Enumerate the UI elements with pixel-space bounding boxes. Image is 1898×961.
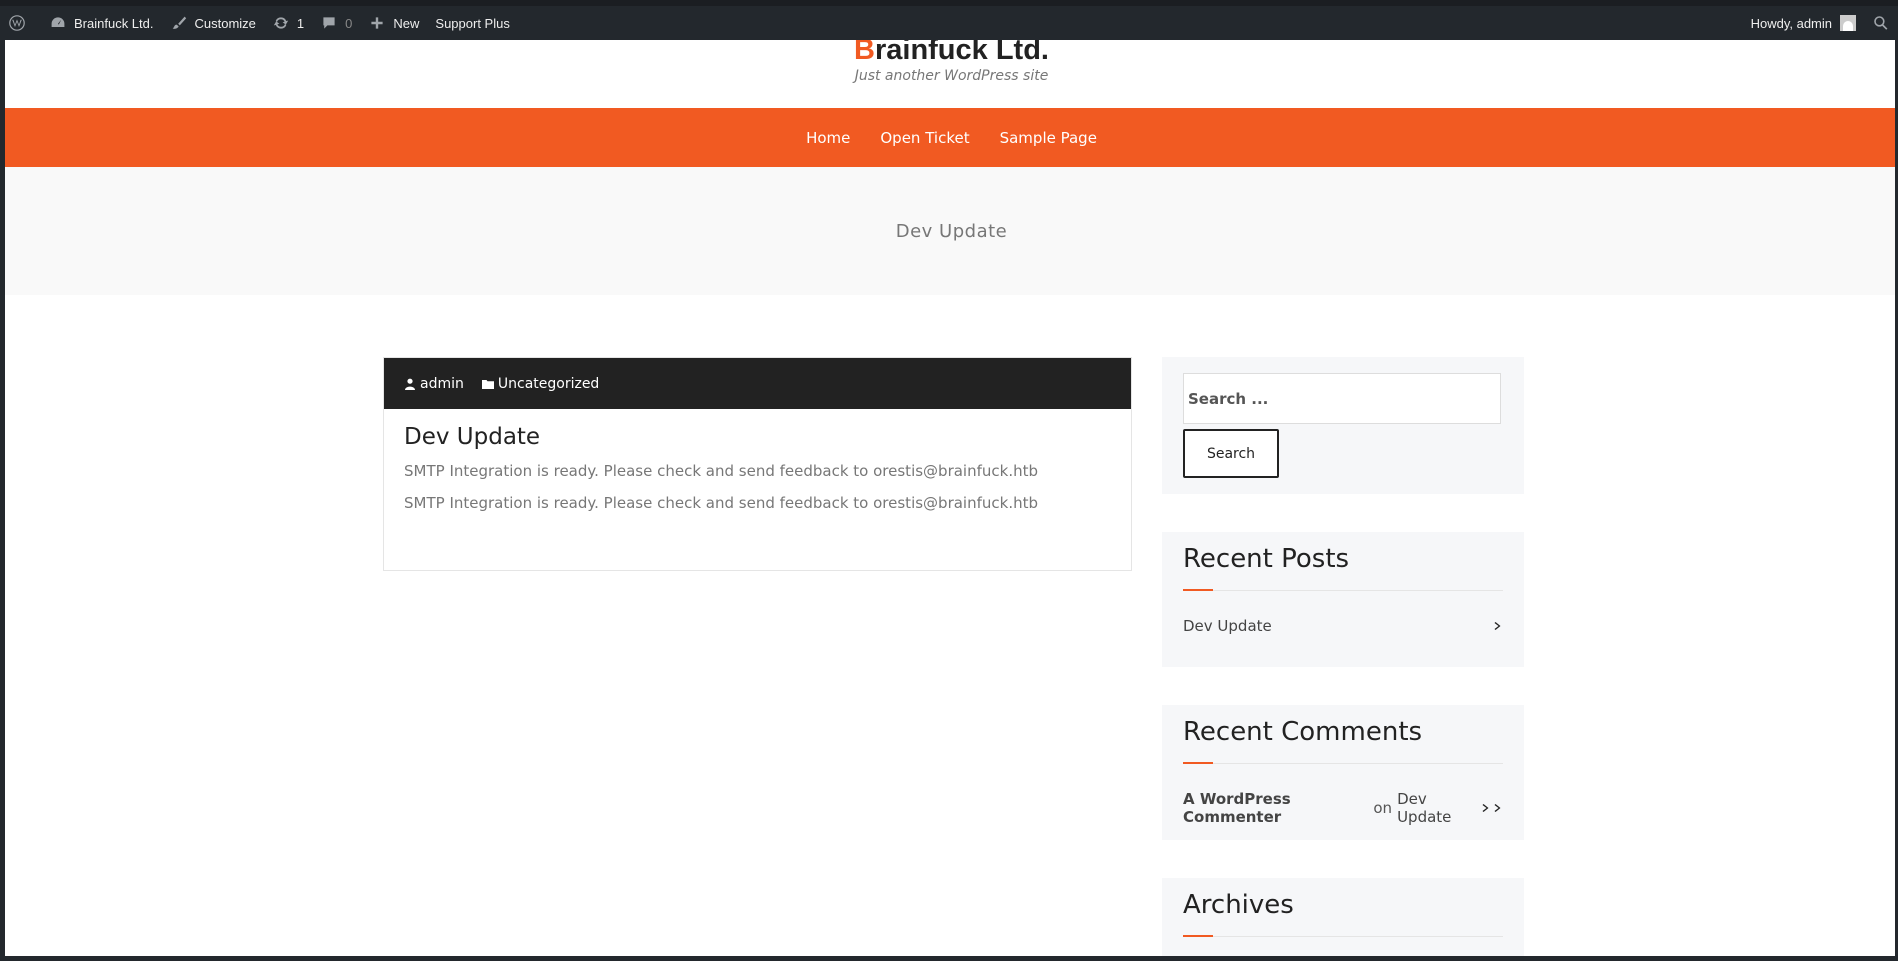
comments-count: 0 — [345, 15, 353, 31]
site-name-menu[interactable]: Brainfuck Ltd. — [41, 6, 162, 40]
customize-label: Customize — [194, 15, 256, 31]
site-title-rest: rainfuck Ltd. — [874, 40, 1049, 66]
brush-icon — [170, 14, 188, 32]
search-input[interactable] — [1183, 373, 1501, 424]
page: Brainfuck Ltd. Just another WordPress si… — [5, 40, 1898, 956]
page-title: Dev Update — [895, 220, 1008, 242]
user-icon — [405, 378, 415, 390]
page-banner: Dev Update — [5, 167, 1898, 295]
recent-comments-widget: Recent Comments A WordPress Commenter on… — [1162, 705, 1524, 840]
comment-on-label: on — [1373, 799, 1393, 817]
content-area: admin Uncategorized Dev Update SMTP Inte… — [5, 295, 1898, 956]
recent-posts-widget: Recent Posts Dev Update — [1162, 532, 1524, 667]
support-plus-link[interactable]: Support Plus — [427, 6, 517, 40]
archives-widget: Archives — [1162, 878, 1524, 956]
nav-item-home[interactable]: Home — [806, 129, 850, 147]
chevron-right-icon — [1493, 799, 1503, 817]
account-menu[interactable]: Howdy, admin — [1743, 6, 1864, 40]
site-title-first-letter: B — [854, 40, 875, 66]
nav-item-open-ticket[interactable]: Open Ticket — [880, 129, 969, 147]
folder-icon — [481, 379, 494, 389]
main-nav: Home Open Ticket Sample Page — [5, 108, 1898, 167]
widget-divider — [1183, 762, 1503, 764]
post-meta-bar: admin Uncategorized — [384, 358, 1131, 409]
comment-icon — [320, 14, 338, 32]
howdy-label: Howdy, admin — [1750, 15, 1832, 31]
post-paragraph: SMTP Integration is ready. Please check … — [404, 494, 1038, 512]
site-title[interactable]: Brainfuck Ltd. — [5, 40, 1898, 67]
updates-link[interactable]: 1 — [264, 6, 312, 40]
site-tagline: Just another WordPress site — [854, 68, 1049, 84]
widget-divider — [1183, 589, 1503, 591]
recent-post-item[interactable]: Dev Update — [1183, 617, 1503, 635]
post-author[interactable]: admin — [404, 376, 464, 392]
recent-comment-item: A WordPress Commenter on Dev Update — [1183, 790, 1503, 826]
customize-link[interactable]: Customize — [162, 6, 264, 40]
site-name-label: Brainfuck Ltd. — [74, 15, 154, 31]
chevron-right-icon — [1493, 617, 1503, 635]
support-plus-label: Support Plus — [435, 15, 510, 31]
recent-comments-title: Recent Comments — [1183, 717, 1423, 747]
updates-icon — [272, 14, 290, 32]
post-category-name: Uncategorized — [497, 375, 600, 392]
wp-logo-menu[interactable] — [0, 6, 41, 40]
new-content-menu[interactable]: New — [360, 6, 427, 40]
search-icon — [1872, 14, 1890, 32]
nav-item-sample-page[interactable]: Sample Page — [1000, 129, 1097, 147]
updates-count: 1 — [296, 15, 305, 31]
avatar — [1840, 15, 1856, 31]
search-button[interactable]: Search — [1183, 429, 1279, 478]
archives-title: Archives — [1183, 890, 1294, 920]
recent-post-link[interactable]: Dev Update — [1183, 617, 1272, 635]
post-author-name: admin — [420, 375, 464, 392]
new-label: New — [393, 15, 420, 31]
search-widget: Search — [1162, 357, 1524, 494]
comments-link[interactable]: 0 — [312, 6, 360, 40]
comment-author-link[interactable]: A WordPress Commenter — [1183, 790, 1368, 826]
site-header: Brainfuck Ltd. Just another WordPress si… — [5, 40, 1898, 108]
comment-post-link[interactable]: Dev Update — [1397, 790, 1475, 826]
widget-divider — [1183, 935, 1503, 937]
post-paragraph: SMTP Integration is ready. Please check … — [404, 462, 1038, 480]
wordpress-icon — [8, 14, 26, 32]
admin-bar: Brainfuck Ltd. Customize 1 0 New Support… — [0, 0, 1898, 40]
admin-search-toggle[interactable] — [1864, 6, 1898, 40]
post-card: admin Uncategorized Dev Update SMTP Inte… — [383, 357, 1132, 571]
plus-icon — [368, 14, 386, 32]
post-title[interactable]: Dev Update — [404, 424, 1131, 450]
dashboard-icon — [49, 14, 67, 32]
recent-posts-title: Recent Posts — [1183, 544, 1350, 574]
post-category[interactable]: Uncategorized — [481, 375, 600, 392]
chevron-right-icon — [1481, 799, 1491, 817]
